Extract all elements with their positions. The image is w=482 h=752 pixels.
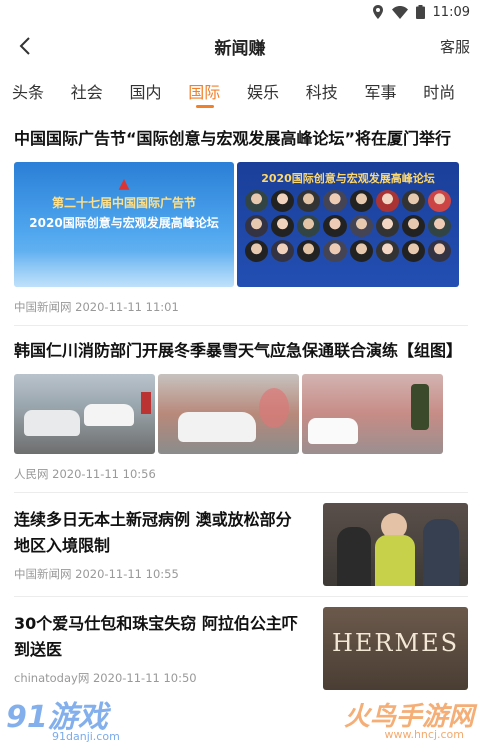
news-image[interactable]: ▲ 第二十七届中国国际广告节 2020国际创意与宏观发展高峰论坛 (14, 162, 234, 287)
news-meta: chinatoday网 2020-11-11 10:50 (14, 671, 197, 685)
tab-domestic[interactable]: 国内 (130, 68, 189, 114)
news-image[interactable] (302, 374, 443, 454)
chevron-left-icon (19, 37, 30, 55)
news-item[interactable]: 中国国际广告节“国际创意与宏观发展高峰论坛”将在厦门举行 ▲ 第二十七届中国国际… (14, 114, 468, 326)
tab-headlines[interactable]: 头条 (12, 68, 71, 114)
location-icon (372, 5, 383, 19)
news-item[interactable]: 连续多日无本土新冠病例 澳或放松部分地区入境限制 中国新闻网 2020-11-1… (14, 493, 468, 597)
banner-caption-1: 第二十七届中国国际广告节 (51, 196, 196, 210)
status-time: 11:09 (432, 4, 470, 20)
wifi-icon (391, 5, 408, 19)
news-meta: 中国新闻网 2020-11-11 10:55 (14, 567, 179, 581)
news-meta: 中国新闻网 2020-11-11 11:01 (14, 300, 179, 314)
news-headline[interactable]: 韩国仁川消防部门开展冬季暴雪天气应急保通联合演练【组图】 (14, 338, 468, 364)
news-image[interactable] (14, 374, 155, 454)
news-item[interactable]: 30个爱马仕包和珠宝失窃 阿拉伯公主吓到送医 chinatoday网 2020-… (14, 597, 468, 700)
battery-icon (415, 5, 425, 19)
watermark-right-sub: www.hncj.com (384, 728, 464, 741)
news-image-row (14, 374, 468, 454)
category-tabs: 头条 社会 国内 国际 娱乐 科技 军事 时尚 (0, 68, 482, 114)
news-headline[interactable]: 中国国际广告节“国际创意与宏观发展高峰论坛”将在厦门举行 (14, 126, 468, 152)
news-meta: 人民网 2020-11-11 10:56 (14, 467, 156, 481)
watermark-left-sub: 91danji.com (52, 730, 120, 743)
panel-title: 2020国际创意与宏观发展高峰论坛 (261, 172, 435, 185)
tab-society[interactable]: 社会 (71, 68, 130, 114)
status-bar: 11:09 (0, 0, 482, 24)
tab-entertainment[interactable]: 娱乐 (247, 68, 306, 114)
banner-caption-2: 2020国际创意与宏观发展高峰论坛 (29, 216, 219, 230)
news-image[interactable]: 2020国际创意与宏观发展高峰论坛 (237, 162, 459, 287)
tab-international[interactable]: 国际 (188, 68, 247, 114)
customer-service-button[interactable]: 客服 (440, 36, 470, 57)
tab-tech[interactable]: 科技 (306, 68, 365, 114)
watermark-right: 火鸟手游网 www.hncj.com (294, 696, 474, 746)
news-item[interactable]: 韩国仁川消防部门开展冬季暴雪天气应急保通联合演练【组图】 人民网 2020-11… (14, 326, 468, 493)
news-thumbnail[interactable] (323, 503, 468, 586)
news-image[interactable] (158, 374, 299, 454)
app-header: 新闻赚 客服 (0, 24, 482, 68)
tab-fashion[interactable]: 时尚 (423, 68, 482, 114)
tab-military[interactable]: 军事 (365, 68, 424, 114)
news-headline[interactable]: 连续多日无本土新冠病例 澳或放松部分地区入境限制 (14, 507, 304, 559)
news-thumbnail[interactable]: HERMES (323, 607, 468, 690)
thumbnail-brand-text: HERMES (331, 629, 460, 657)
news-headline[interactable]: 30个爱马仕包和珠宝失窃 阿拉伯公主吓到送医 (14, 611, 304, 663)
back-button[interactable] (10, 31, 40, 61)
watermark-left: 91游戏 91danji.com (0, 692, 140, 752)
news-image-row: ▲ 第二十七届中国国际广告节 2020国际创意与宏观发展高峰论坛 2020国际创… (14, 162, 468, 287)
page-title: 新闻赚 (214, 38, 266, 59)
news-feed: 中国国际广告节“国际创意与宏观发展高峰论坛”将在厦门举行 ▲ 第二十七届中国国际… (0, 114, 482, 700)
